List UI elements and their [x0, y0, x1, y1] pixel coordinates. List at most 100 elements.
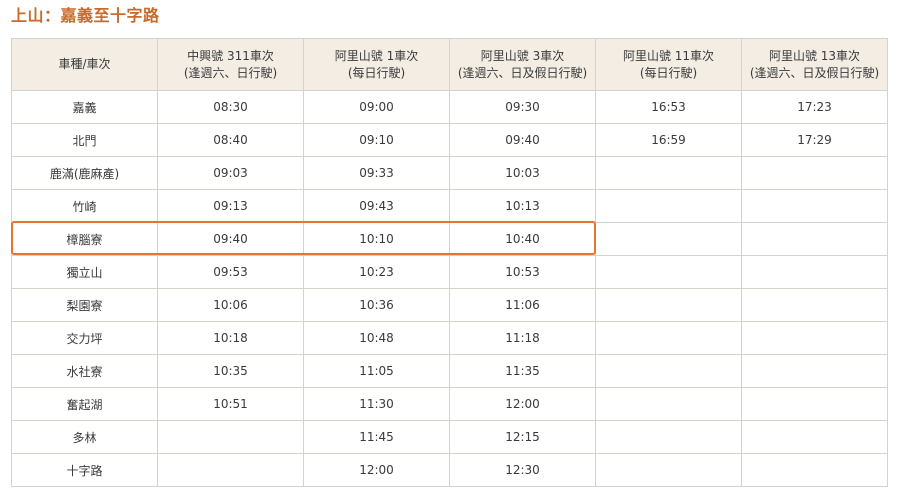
time-cell — [595, 288, 742, 322]
time-cell — [595, 189, 742, 223]
time-cell — [157, 420, 304, 454]
header-cell-13: 阿里山號 13車次 (逢週六、日及假日行駛) — [741, 38, 888, 91]
table-row: 樟腦寮 09:40 10:10 10:40 — [11, 222, 888, 256]
header-label: 阿里山號 11車次 — [622, 48, 715, 63]
time-cell: 11:30 — [303, 387, 450, 421]
time-cell: 17:23 — [741, 90, 888, 124]
time-cell: 09:13 — [157, 189, 304, 223]
time-cell: 08:30 — [157, 90, 304, 124]
table-row: 鹿滿(鹿麻產) 09:03 09:33 10:03 — [11, 156, 888, 190]
time-cell — [741, 222, 888, 256]
station-cell: 多林 — [11, 420, 158, 454]
train-timetable: 車種/車次 中興號 311車次 (逢週六、日行駛) 阿里山號 1車次 (每日行駛… — [11, 38, 888, 487]
time-cell: 10:13 — [449, 189, 596, 223]
time-cell — [741, 189, 888, 223]
station-cell: 獨立山 — [11, 255, 158, 289]
time-cell: 10:23 — [303, 255, 450, 289]
station-cell: 鹿滿(鹿麻產) — [11, 156, 158, 190]
time-cell — [741, 387, 888, 421]
header-label: 阿里山號 1車次 — [334, 48, 419, 63]
header-label: 阿里山號 13車次 — [768, 48, 861, 63]
time-cell: 11:18 — [449, 321, 596, 355]
time-cell: 09:40 — [449, 123, 596, 157]
time-cell: 16:53 — [595, 90, 742, 124]
station-cell: 嘉義 — [11, 90, 158, 124]
time-cell: 11:35 — [449, 354, 596, 388]
time-cell: 12:15 — [449, 420, 596, 454]
time-cell: 11:45 — [303, 420, 450, 454]
time-cell: 09:10 — [303, 123, 450, 157]
time-cell: 10:35 — [157, 354, 304, 388]
table-row: 嘉義 08:30 09:00 09:30 16:53 17:23 — [11, 90, 888, 124]
table-row: 交力坪 10:18 10:48 11:18 — [11, 321, 888, 355]
header-note: (逢週六、日及假日行駛) — [457, 65, 588, 80]
time-cell: 09:40 — [157, 222, 304, 256]
time-cell — [157, 453, 304, 487]
time-cell — [741, 354, 888, 388]
time-cell: 12:00 — [449, 387, 596, 421]
time-cell: 10:40 — [449, 222, 596, 256]
station-cell: 水社寮 — [11, 354, 158, 388]
station-cell: 奮起湖 — [11, 387, 158, 421]
station-cell: 樟腦寮 — [11, 222, 158, 256]
time-cell: 12:30 — [449, 453, 596, 487]
table-row: 獨立山 09:53 10:23 10:53 — [11, 255, 888, 289]
header-label: 車種/車次 — [58, 57, 111, 71]
time-cell: 10:36 — [303, 288, 450, 322]
time-cell: 09:33 — [303, 156, 450, 190]
header-cell-11: 阿里山號 11車次 (每日行駛) — [595, 38, 742, 91]
time-cell: 10:18 — [157, 321, 304, 355]
table-row: 竹崎 09:13 09:43 10:13 — [11, 189, 888, 223]
time-cell: 09:43 — [303, 189, 450, 223]
time-cell: 10:10 — [303, 222, 450, 256]
time-cell: 12:00 — [303, 453, 450, 487]
header-label: 阿里山號 3車次 — [480, 48, 565, 63]
table-row: 十字路 12:00 12:30 — [11, 453, 888, 487]
time-cell: 09:00 — [303, 90, 450, 124]
time-cell: 10:53 — [449, 255, 596, 289]
header-cell-1: 阿里山號 1車次 (每日行駛) — [303, 38, 450, 91]
time-cell: 08:40 — [157, 123, 304, 157]
header-note: (逢週六、日及假日行駛) — [749, 65, 880, 80]
header-note: (每日行駛) — [639, 65, 698, 80]
header-note: (每日行駛) — [347, 65, 406, 80]
time-cell — [595, 222, 742, 256]
table-row: 水社寮 10:35 11:05 11:35 — [11, 354, 888, 388]
time-cell — [741, 321, 888, 355]
table-row: 奮起湖 10:51 11:30 12:00 — [11, 387, 888, 421]
table-row: 多林 11:45 12:15 — [11, 420, 888, 454]
header-row: 車種/車次 中興號 311車次 (逢週六、日行駛) 阿里山號 1車次 (每日行駛… — [11, 38, 888, 91]
table-row: 梨園寮 10:06 10:36 11:06 — [11, 288, 888, 322]
station-cell: 交力坪 — [11, 321, 158, 355]
header-cell-3: 阿里山號 3車次 (逢週六、日及假日行駛) — [449, 38, 596, 91]
time-cell: 09:53 — [157, 255, 304, 289]
time-cell: 17:29 — [741, 123, 888, 157]
time-cell: 09:30 — [449, 90, 596, 124]
time-cell: 10:03 — [449, 156, 596, 190]
page-title: 上山：嘉義至十字路 — [11, 6, 160, 25]
station-cell: 梨園寮 — [11, 288, 158, 322]
header-note: (逢週六、日行駛) — [183, 65, 278, 80]
station-cell: 竹崎 — [11, 189, 158, 223]
header-cell-311: 中興號 311車次 (逢週六、日行駛) — [157, 38, 304, 91]
header-cell-type: 車種/車次 — [11, 38, 158, 91]
time-cell — [741, 255, 888, 289]
time-cell — [595, 321, 742, 355]
time-cell — [595, 255, 742, 289]
time-cell: 10:51 — [157, 387, 304, 421]
time-cell: 11:05 — [303, 354, 450, 388]
station-cell: 十字路 — [11, 453, 158, 487]
time-cell: 09:03 — [157, 156, 304, 190]
table-row: 北門 08:40 09:10 09:40 16:59 17:29 — [11, 123, 888, 157]
time-cell — [595, 420, 742, 454]
time-cell: 16:59 — [595, 123, 742, 157]
station-cell: 北門 — [11, 123, 158, 157]
time-cell: 11:06 — [449, 288, 596, 322]
time-cell — [741, 420, 888, 454]
time-cell — [741, 156, 888, 190]
time-cell — [741, 288, 888, 322]
time-cell — [595, 453, 742, 487]
time-cell — [595, 156, 742, 190]
time-cell — [595, 354, 742, 388]
time-cell — [595, 387, 742, 421]
